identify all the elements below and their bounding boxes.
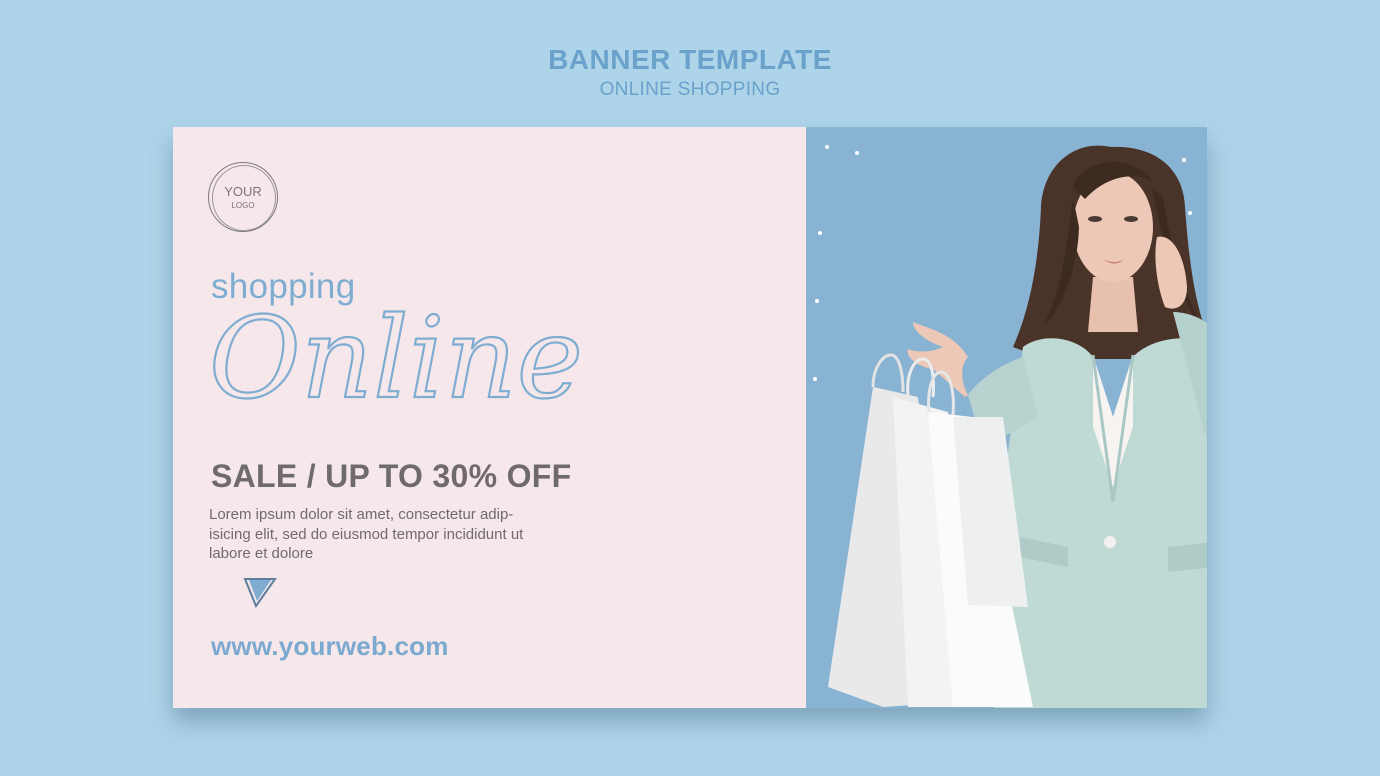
website-link[interactable]: www.yourweb.com xyxy=(211,631,449,662)
header-subtitle: ONLINE SHOPPING xyxy=(599,79,781,100)
description-text: Lorem ipsum dolor sit amet, consectetur … xyxy=(209,506,524,562)
woman-with-shopping-bags-photo xyxy=(828,145,1207,708)
logo-text-line2: LOGO xyxy=(231,201,255,210)
page-header: BANNER TEMPLATE ONLINE SHOPPING xyxy=(0,44,1380,102)
banner-card: YOUR LOGO shopping Online SALE / UP TO 3… xyxy=(173,127,1207,708)
header-title: BANNER TEMPLATE xyxy=(548,44,832,75)
script-heading-online: Online xyxy=(208,293,583,417)
triangle-down-icon xyxy=(243,578,277,609)
script-heading-text: Online xyxy=(209,294,583,417)
logo-text-line1: YOUR xyxy=(224,184,262,199)
logo-badge: YOUR LOGO xyxy=(208,162,278,232)
sale-heading: SALE / UP TO 30% OFF xyxy=(211,458,572,494)
